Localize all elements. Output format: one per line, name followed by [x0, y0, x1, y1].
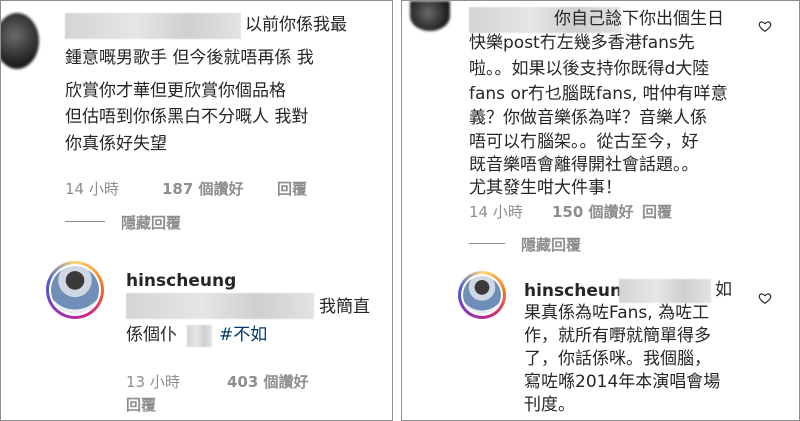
- comment-line-3: 啦。。如果以後支持你既得d大陸: [469, 59, 710, 79]
- comment-line-4: fans or冇乜腦既fans, 咁仲有咩意: [469, 84, 728, 104]
- comment-line-8: 尤其發生咁大件事！: [469, 178, 622, 198]
- hide-replies-line: [65, 221, 105, 222]
- reply-line-1: 我簡直: [319, 297, 370, 317]
- comment-line-1: 以前你係我最: [245, 15, 347, 35]
- comment-likes[interactable]: 150 個讚好: [552, 201, 634, 222]
- panel-divider: [393, 0, 401, 421]
- reply-button[interactable]: 回覆: [642, 201, 672, 222]
- reply-line-6: 刊度。: [524, 395, 575, 415]
- hide-replies-line: [469, 243, 505, 244]
- reply-username[interactable]: hinscheung: [524, 281, 634, 301]
- reply-line-3: 作，就所有嘢就簡單得多: [524, 326, 711, 346]
- comment-line-7: 既音樂唔會離得開社會話題。。: [469, 155, 699, 175]
- comment-line-4: 但估唔到你係黑白不分嘅人 我對: [65, 107, 309, 127]
- reply-time[interactable]: 13 小時: [126, 371, 180, 392]
- reply-button[interactable]: 回覆: [277, 178, 307, 199]
- comment-time[interactable]: 14 小時: [65, 178, 119, 199]
- reply-line-2: 係個仆: [126, 325, 177, 345]
- comment-line-2: 快樂post冇左幾多香港fans先: [469, 33, 695, 53]
- comment-line-5: 義？你做音樂係為咩？音樂人係: [469, 108, 707, 128]
- commenter-avatar-blurred[interactable]: [410, 1, 450, 31]
- heart-icon[interactable]: [758, 291, 772, 305]
- mention-redacted: [126, 293, 314, 319]
- reply-line-4: 了，你話係咪。我個腦，: [524, 349, 711, 369]
- reply-likes[interactable]: 403 個讚好: [227, 371, 309, 392]
- reply-line-2: 果真係為咗Fans, 為咗工: [524, 303, 710, 323]
- comment-line-2: 鍾意嘅男歌手 但今後就唔再係 我: [65, 48, 314, 68]
- comment-likes[interactable]: 187 個讚好: [162, 178, 244, 199]
- hide-replies-button[interactable]: 隱藏回覆: [521, 234, 581, 255]
- comment-line-6: 唔可以冇腦架。。從古至今，好: [469, 132, 699, 152]
- reply-username[interactable]: hinscheung: [126, 271, 236, 291]
- reply-line-1: 如: [715, 280, 732, 300]
- hide-replies-button[interactable]: 隱藏回覆: [121, 212, 181, 233]
- commenter-avatar-blurred[interactable]: [1, 13, 39, 69]
- comment-line-1: 你自己諗下你出個生日: [554, 9, 724, 29]
- mention-redacted: [619, 279, 711, 303]
- comment-time[interactable]: 14 小時: [469, 201, 523, 222]
- right-screenshot-panel: 你自己諗下你出個生日 快樂post冇左幾多香港fans先 啦。。如果以後支持你既…: [401, 0, 800, 421]
- username-redacted[interactable]: [65, 13, 241, 39]
- comment-line-3: 欣賞你才華但更欣賞你個品格: [65, 81, 286, 101]
- hinscheung-avatar[interactable]: [46, 261, 104, 319]
- hinscheung-avatar[interactable]: [458, 271, 506, 319]
- word-redacted: [187, 325, 212, 347]
- reply-line-5: 寫咗喺2014年本演唱會場: [524, 372, 721, 392]
- left-screenshot-panel: 以前你係我最 鍾意嘅男歌手 但今後就唔再係 我 欣賞你才華但更欣賞你個品格 但估…: [0, 0, 393, 421]
- heart-icon[interactable]: [758, 19, 772, 33]
- hashtag-link[interactable]: #不如: [219, 325, 267, 346]
- comment-line-5: 你真係好失望: [65, 134, 167, 154]
- reply-reply-button[interactable]: 回覆: [126, 394, 156, 415]
